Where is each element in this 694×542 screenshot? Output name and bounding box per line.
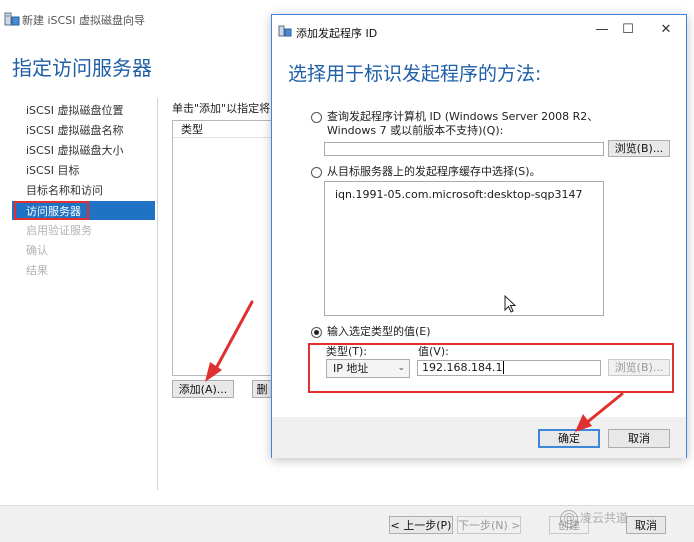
initiator-cache-list[interactable]: iqn.1991-05.com.microsoft:desktop-sqp314… — [324, 181, 604, 316]
value-input[interactable]: 192.168.184.1 — [417, 360, 601, 376]
wizard-title: 新建 iSCSI 虚拟磁盘向导 — [22, 14, 145, 27]
previous-button[interactable]: < 上一步(P) — [389, 516, 453, 534]
query-initiator-label: 查询发起程序计算机 ID (Windows Server 2008 R2、Win… — [327, 110, 599, 137]
nav-item-disk-size[interactable]: iSCSI 虚拟磁盘大小 — [12, 141, 155, 160]
type-label: 类型(T): — [326, 345, 368, 358]
watermark: @ 凌云共道 — [560, 509, 690, 533]
delete-button[interactable]: 删 — [252, 380, 272, 398]
close-icon[interactable]: ✕ — [656, 20, 676, 40]
type-select[interactable]: IP 地址 ⌄ — [326, 359, 410, 378]
watermark-logo-icon: @ — [560, 509, 578, 528]
wizard-instruction: 单击"添加"以指定将访 — [172, 102, 270, 115]
dialog-heading: 选择用于标识发起程序的方法: — [288, 63, 542, 85]
nav-item-disk-location[interactable]: iSCSI 虚拟磁盘位置 — [12, 101, 155, 120]
nav-item-target-name-access[interactable]: 目标名称和访问 — [12, 181, 155, 200]
query-initiator-radio[interactable] — [311, 112, 322, 123]
maximize-icon[interactable]: ☐ — [618, 20, 638, 40]
cache-select-label: 从目标服务器上的发起程序缓存中选择(S)。 — [327, 165, 541, 178]
list-item[interactable]: iqn.1991-05.com.microsoft:desktop-sqp314… — [335, 188, 582, 201]
ok-button[interactable]: 确定 — [538, 429, 600, 448]
list-header-type[interactable]: 类型 — [173, 121, 271, 138]
browse-button-value: 浏览(B)... — [608, 359, 670, 376]
dialog-title: 添加发起程序 ID — [296, 27, 378, 40]
next-button: 下一步(N) > — [457, 516, 521, 534]
server-icon — [4, 12, 20, 26]
mouse-cursor-icon — [504, 295, 517, 313]
query-initiator-input[interactable] — [324, 142, 604, 156]
nav-item-results: 结果 — [26, 264, 48, 277]
chevron-down-icon: ⌄ — [397, 363, 405, 373]
nav-item-access-servers[interactable]: 访问服务器 — [12, 201, 155, 220]
cache-select-radio[interactable] — [311, 167, 322, 178]
value-label: 值(V): — [418, 345, 449, 358]
wizard-divider — [157, 98, 158, 490]
add-button[interactable]: 添加(A)... — [172, 380, 234, 398]
nav-item-confirm: 确认 — [26, 244, 48, 257]
wizard-heading: 指定访问服务器 — [12, 56, 152, 80]
browse-button-query[interactable]: 浏览(B)... — [608, 140, 670, 157]
minimize-icon[interactable]: — — [592, 20, 612, 40]
server-icon — [278, 25, 292, 37]
add-initiator-dialog: 添加发起程序 ID — ☐ ✕ 选择用于标识发起程序的方法: 查询发起程序计算机… — [271, 14, 687, 458]
nav-item-enable-auth: 启用验证服务 — [26, 224, 92, 237]
nav-item-disk-name[interactable]: iSCSI 虚拟磁盘名称 — [12, 121, 155, 140]
manual-entry-radio[interactable] — [311, 327, 322, 338]
nav-item-iscsi-target[interactable]: iSCSI 目标 — [12, 161, 155, 180]
access-server-list[interactable]: 类型 — [172, 120, 272, 376]
dialog-cancel-button[interactable]: 取消 — [608, 429, 670, 448]
text-caret — [503, 361, 505, 374]
manual-entry-label: 输入选定类型的值(E) — [327, 325, 431, 338]
